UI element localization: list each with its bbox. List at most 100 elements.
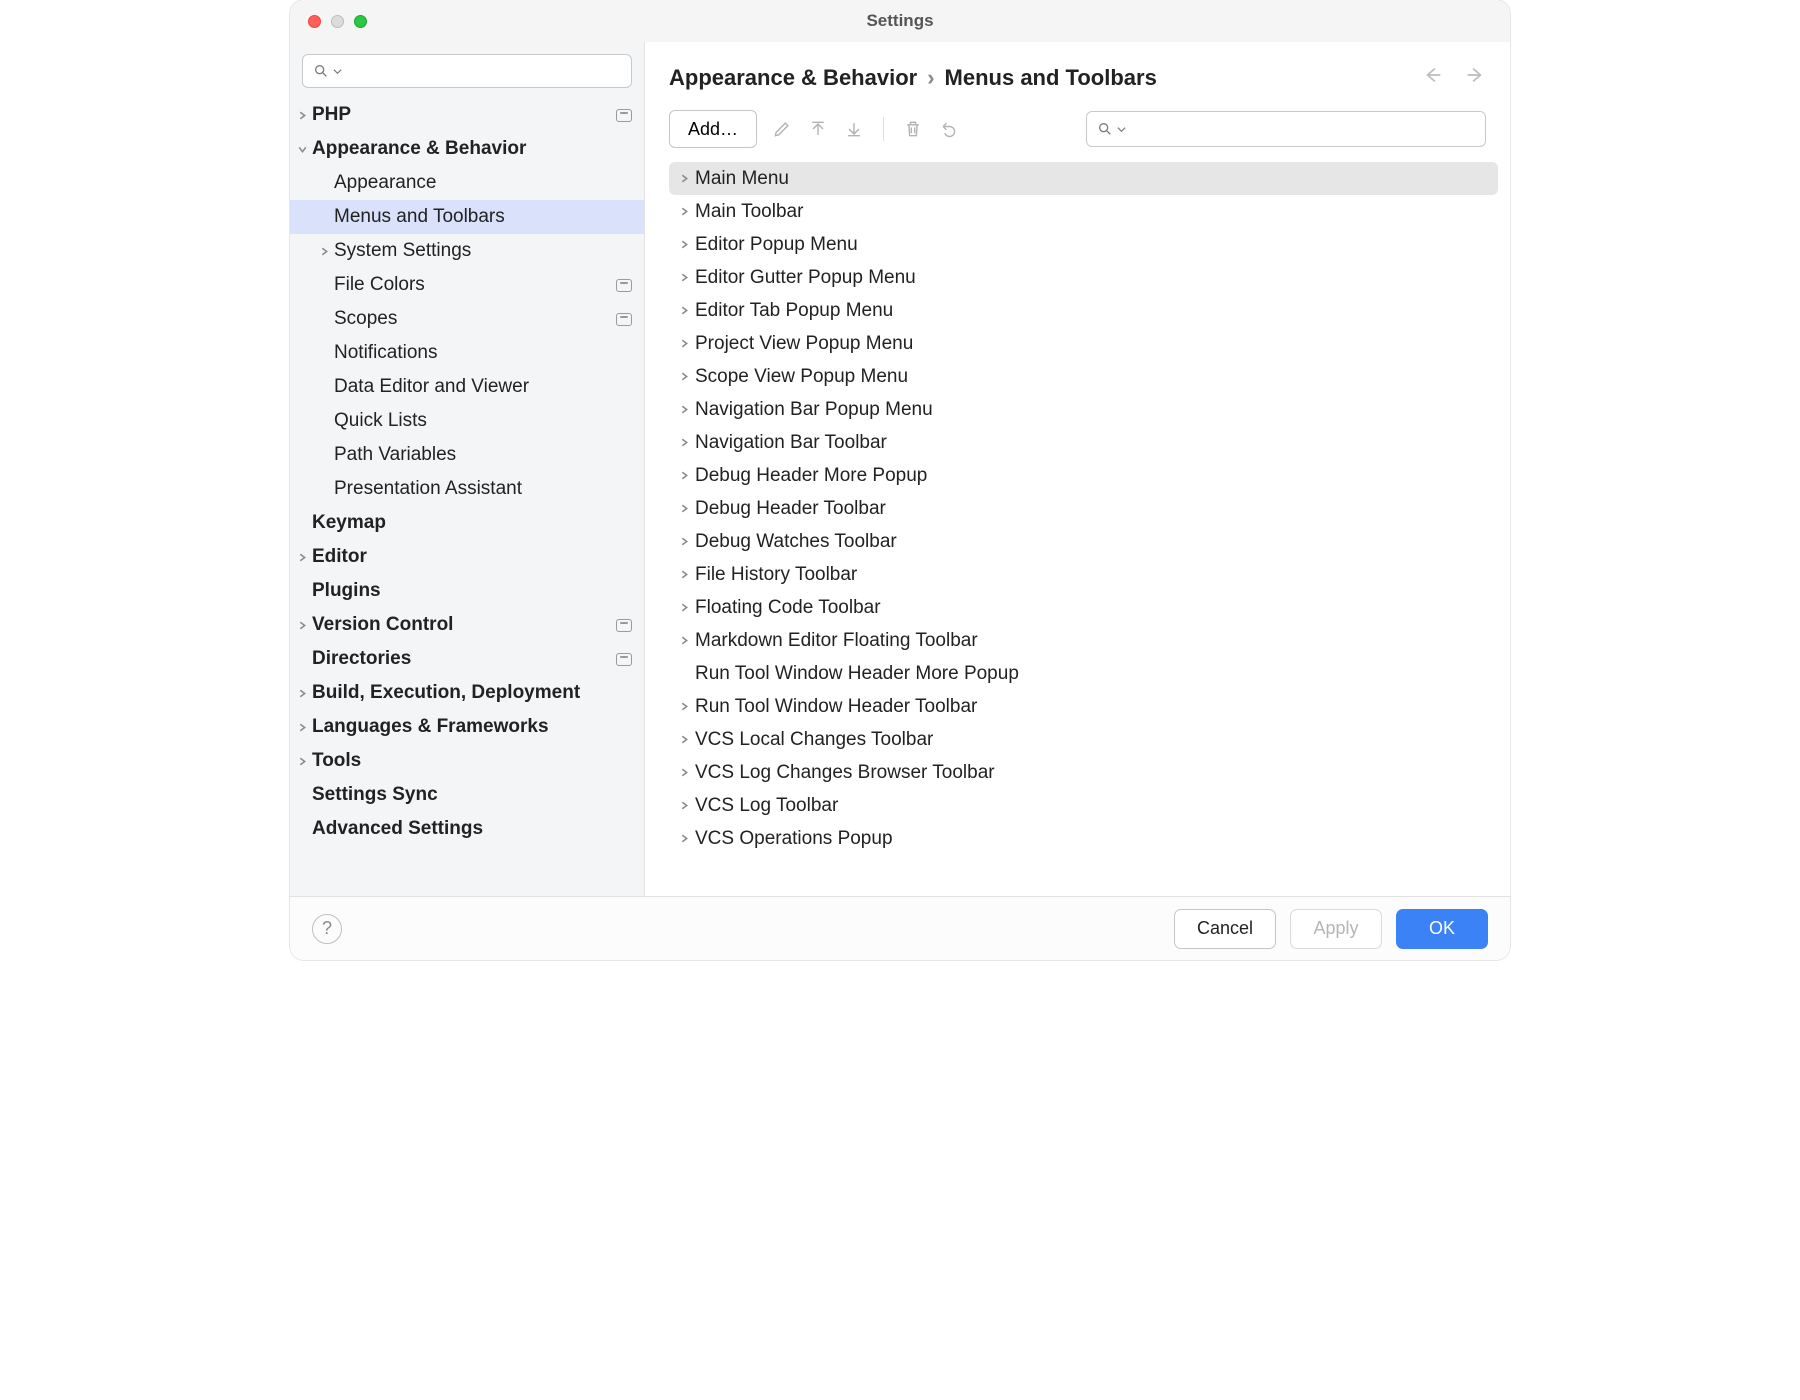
- list-item[interactable]: Editor Tab Popup Menu: [669, 294, 1498, 327]
- chevron-right-icon[interactable]: [673, 404, 695, 415]
- sidebar-item-label: Keymap: [312, 512, 632, 534]
- list-item[interactable]: VCS Local Changes Toolbar: [669, 723, 1498, 756]
- list-item[interactable]: Debug Header More Popup: [669, 459, 1498, 492]
- list-item[interactable]: Project View Popup Menu: [669, 327, 1498, 360]
- chevron-right-icon[interactable]: [673, 470, 695, 481]
- chevron-down-icon[interactable]: [292, 144, 312, 155]
- sidebar-item[interactable]: Plugins: [290, 574, 644, 608]
- nav-forward-icon[interactable]: [1464, 64, 1486, 92]
- chevron-right-icon[interactable]: [673, 239, 695, 250]
- chevron-right-icon[interactable]: [673, 272, 695, 283]
- list-item-label: Debug Header Toolbar: [695, 498, 886, 520]
- chevron-right-icon[interactable]: [292, 552, 312, 563]
- list-item-label: VCS Log Toolbar: [695, 795, 838, 817]
- chevron-right-icon[interactable]: [673, 833, 695, 844]
- move-up-icon[interactable]: [807, 118, 829, 140]
- main-search-input[interactable]: [1130, 119, 1475, 139]
- breadcrumb-parent[interactable]: Appearance & Behavior: [669, 65, 917, 91]
- chevron-right-icon[interactable]: [673, 338, 695, 349]
- sidebar-item[interactable]: Data Editor and Viewer: [290, 370, 644, 404]
- chevron-right-icon[interactable]: [673, 536, 695, 547]
- chevron-right-icon[interactable]: [673, 206, 695, 217]
- main-search[interactable]: [1086, 111, 1486, 147]
- chevron-right-icon[interactable]: [673, 173, 695, 184]
- nav-back-icon[interactable]: [1422, 64, 1444, 92]
- list-item[interactable]: Main Menu: [669, 162, 1498, 195]
- list-item[interactable]: Debug Watches Toolbar: [669, 525, 1498, 558]
- sidebar-item[interactable]: Notifications: [290, 336, 644, 370]
- chevron-right-icon[interactable]: [673, 569, 695, 580]
- sidebar-item[interactable]: Path Variables: [290, 438, 644, 472]
- list-item[interactable]: Navigation Bar Toolbar: [669, 426, 1498, 459]
- footer: ? Cancel Apply OK: [290, 896, 1510, 960]
- sidebar-item[interactable]: Editor: [290, 540, 644, 574]
- list-item[interactable]: File History Toolbar: [669, 558, 1498, 591]
- sidebar-search-input[interactable]: [346, 61, 621, 81]
- list-item[interactable]: VCS Operations Popup: [669, 822, 1498, 855]
- chevron-right-icon[interactable]: [292, 722, 312, 733]
- add-button[interactable]: Add…: [669, 110, 757, 148]
- search-icon: [1097, 121, 1113, 137]
- chevron-right-icon[interactable]: [292, 756, 312, 767]
- chevron-right-icon[interactable]: [673, 437, 695, 448]
- list-item-label: Run Tool Window Header More Popup: [695, 663, 1019, 685]
- sidebar-item[interactable]: Scopes: [290, 302, 644, 336]
- sidebar-item[interactable]: Settings Sync: [290, 778, 644, 812]
- sidebar-item[interactable]: Quick Lists: [290, 404, 644, 438]
- chevron-right-icon[interactable]: [673, 602, 695, 613]
- sidebar-item[interactable]: Advanced Settings: [290, 812, 644, 846]
- sidebar-item-label: Scopes: [334, 308, 616, 330]
- help-icon[interactable]: ?: [312, 914, 342, 944]
- chevron-right-icon[interactable]: [673, 767, 695, 778]
- chevron-right-icon[interactable]: [673, 800, 695, 811]
- chevron-right-icon[interactable]: [673, 305, 695, 316]
- sidebar-item[interactable]: Languages & Frameworks: [290, 710, 644, 744]
- sidebar-item[interactable]: Version Control: [290, 608, 644, 642]
- sidebar-item-label: Advanced Settings: [312, 818, 632, 840]
- list-item[interactable]: Run Tool Window Header Toolbar: [669, 690, 1498, 723]
- delete-icon[interactable]: [902, 118, 924, 140]
- sidebar-item[interactable]: Menus and Toolbars: [290, 200, 644, 234]
- chevron-right-icon[interactable]: [673, 503, 695, 514]
- sidebar-item[interactable]: Tools: [290, 744, 644, 778]
- chevron-right-icon[interactable]: [292, 110, 312, 121]
- cancel-button[interactable]: Cancel: [1174, 909, 1276, 949]
- list-item-label: Debug Header More Popup: [695, 465, 927, 487]
- list-item[interactable]: Floating Code Toolbar: [669, 591, 1498, 624]
- move-down-icon[interactable]: [843, 118, 865, 140]
- list-item[interactable]: Editor Gutter Popup Menu: [669, 261, 1498, 294]
- list-item[interactable]: Scope View Popup Menu: [669, 360, 1498, 393]
- edit-icon[interactable]: [771, 118, 793, 140]
- chevron-right-icon[interactable]: [673, 635, 695, 646]
- toolbar-separator: [883, 117, 884, 141]
- chevron-right-icon[interactable]: [673, 371, 695, 382]
- chevron-right-icon[interactable]: [673, 701, 695, 712]
- list-item[interactable]: Debug Header Toolbar: [669, 492, 1498, 525]
- list-item[interactable]: Main Toolbar: [669, 195, 1498, 228]
- sidebar-item[interactable]: Appearance: [290, 166, 644, 200]
- sidebar-item[interactable]: Build, Execution, Deployment: [290, 676, 644, 710]
- list-item[interactable]: Editor Popup Menu: [669, 228, 1498, 261]
- chevron-right-icon[interactable]: [673, 734, 695, 745]
- sidebar-item[interactable]: File Colors: [290, 268, 644, 302]
- list-item[interactable]: Run Tool Window Header More Popup: [669, 657, 1498, 690]
- chevron-right-icon[interactable]: [292, 688, 312, 699]
- list-item-label: Navigation Bar Toolbar: [695, 432, 887, 454]
- sidebar-item[interactable]: Presentation Assistant: [290, 472, 644, 506]
- list-item[interactable]: Navigation Bar Popup Menu: [669, 393, 1498, 426]
- sidebar-item[interactable]: Keymap: [290, 506, 644, 540]
- sidebar-item[interactable]: Appearance & Behavior: [290, 132, 644, 166]
- sidebar-item[interactable]: System Settings: [290, 234, 644, 268]
- search-icon: [313, 63, 329, 79]
- ok-button[interactable]: OK: [1396, 909, 1488, 949]
- list-item[interactable]: VCS Log Toolbar: [669, 789, 1498, 822]
- chevron-right-icon[interactable]: [314, 246, 334, 257]
- list-item[interactable]: Markdown Editor Floating Toolbar: [669, 624, 1498, 657]
- list-item[interactable]: VCS Log Changes Browser Toolbar: [669, 756, 1498, 789]
- sidebar-search[interactable]: [302, 54, 632, 88]
- chevron-right-icon[interactable]: [292, 620, 312, 631]
- sidebar-item[interactable]: PHP: [290, 98, 644, 132]
- sidebar: PHPAppearance & BehaviorAppearanceMenus …: [290, 42, 645, 896]
- sidebar-item[interactable]: Directories: [290, 642, 644, 676]
- revert-icon[interactable]: [938, 118, 960, 140]
